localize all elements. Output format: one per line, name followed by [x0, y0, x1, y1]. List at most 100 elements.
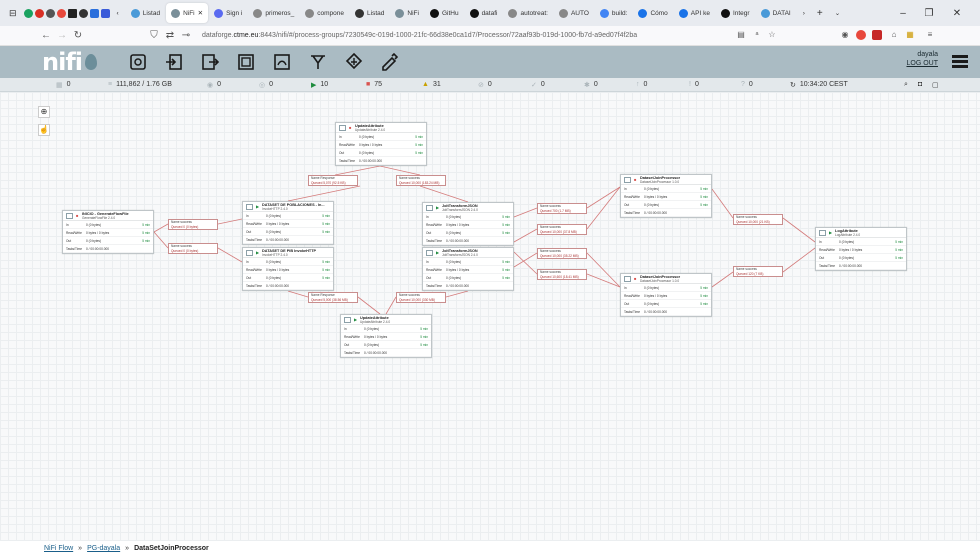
browser-tab[interactable]: API ke — [674, 3, 715, 23]
tab-overflow-icon[interactable]: ⌄ — [830, 3, 845, 23]
breadcrumb-group[interactable]: PG-dayala — [87, 545, 120, 552]
app-menu-icon[interactable]: ≡ — [925, 30, 935, 40]
connection-label[interactable]: Name success Queued 10,000 (21 KB) — [733, 214, 783, 225]
stat-window: 5 min — [502, 222, 510, 227]
processor-p9[interactable]: ■ DatasetJoinProcessor DatasetJoinProcesso… — [620, 273, 712, 317]
pinned-tab-icon[interactable] — [100, 8, 110, 18]
logout-link[interactable]: LOG OUT — [906, 60, 938, 67]
connection-label[interactable]: Name success Queued 700 (1.7 MB) — [537, 203, 587, 214]
breadcrumb-root[interactable]: NiFi Flow — [44, 545, 73, 552]
extension-icon[interactable] — [856, 30, 866, 40]
browser-tab[interactable]: datafi — [465, 3, 503, 23]
pinned-tab-icon[interactable] — [89, 8, 99, 18]
translate-icon[interactable]: ᵃ — [752, 30, 762, 40]
pinned-tab-icon[interactable] — [23, 8, 33, 18]
extension-icon[interactable] — [872, 30, 882, 40]
browser-tab[interactable]: build: — [595, 3, 633, 23]
help-icon[interactable]: ▢ — [932, 81, 939, 89]
bulletin-icon[interactable]: ◘ — [918, 81, 922, 88]
globe-icon[interactable] — [78, 8, 88, 18]
new-tab-button[interactable]: + — [812, 3, 828, 23]
label-tool-icon[interactable] — [379, 51, 401, 73]
processor-p1[interactable]: ■ UpdateAttribute UpdateAttribute 2.4.0 In 0… — [335, 122, 427, 166]
browser-tab[interactable]: Cómo — [633, 3, 672, 23]
minimize-icon[interactable]: – — [890, 0, 916, 26]
gmail-icon[interactable] — [34, 8, 44, 18]
tab-favicon-icon — [253, 8, 263, 18]
tab-list-icon[interactable]: ⊟ — [4, 3, 22, 23]
search-icon[interactable]: ⌕ — [904, 81, 908, 89]
refresh-icon: ↻ — [790, 81, 796, 89]
browser-tab[interactable]: AUTO — [554, 3, 594, 23]
account-icon[interactable]: ◉ — [840, 30, 850, 40]
processor-p6[interactable]: ▶ JoltTransformJSON JoltTransformJSON 2.4.… — [422, 247, 514, 291]
funnel-tool-icon[interactable] — [307, 51, 329, 73]
processor-p8[interactable]: ■ DatasetJoinProcessor DatasetJoinProcesso… — [620, 174, 712, 218]
permissions-icon[interactable]: ⇄ — [162, 30, 178, 41]
forward-icon[interactable]: → — [54, 30, 70, 41]
maximize-icon[interactable]: ❐ — [916, 0, 942, 26]
browser-tab[interactable]: Listad — [126, 3, 165, 23]
connection-label[interactable]: Name success Queued 0 (0 bytes) — [168, 219, 218, 230]
connection-label[interactable]: Name success Queued 10,000 (37.8 MB) — [537, 224, 587, 235]
connection-label[interactable]: Name success Queued 10,000 (35.22 MB) — [537, 248, 587, 259]
connection-label[interactable]: Name Response Queued 5,070 (92.5 KB) — [308, 175, 358, 186]
processor-p3[interactable]: ▶ DATASET DE POBLACIONES - In... InvokeHTT… — [242, 201, 334, 245]
tab-scroll-left-icon[interactable]: ‹ — [112, 3, 124, 23]
url-field[interactable]: dataforge.ctme.eu:8443/nifi/#/process-gr… — [202, 32, 637, 39]
stat-label: Out — [344, 342, 350, 347]
processor-p10[interactable]: ▶ LogAttribute LogAttribute 2.4.0 In 0 (0 by… — [815, 227, 907, 271]
connection-label[interactable]: Name success Queued 0 (0 bytes) — [168, 243, 218, 254]
pinned-tab-icon[interactable] — [45, 8, 55, 18]
back-icon[interactable]: ← — [38, 30, 54, 41]
browser-tab[interactable]: DATAI — [756, 3, 796, 23]
flow-canvas[interactable]: ⊕ ☝ ■ UpdateAttribute UpdateAttribute 2.4.… — [0, 92, 980, 541]
connection-label[interactable]: Name success Queued 120 (7 KB) — [733, 266, 783, 277]
browser-tab[interactable]: Integr — [716, 3, 755, 23]
processor-type-icon — [426, 250, 433, 256]
connection-label[interactable]: Name Response Queued 5,000 (38.56 MB) — [308, 292, 358, 303]
pinned-tab-icon[interactable] — [56, 8, 66, 18]
browser-tab[interactable]: NiFi — [390, 3, 424, 23]
connection-icon[interactable]: ⊸ — [178, 30, 194, 41]
tab-scroll-right-icon[interactable]: › — [798, 3, 810, 23]
close-icon[interactable]: ✕ — [944, 0, 970, 26]
status-refresh[interactable]: ↻ 10:34:20 CEST — [790, 81, 848, 89]
close-tab-icon[interactable]: ✕ — [198, 9, 203, 17]
browser-tab[interactable]: autotreat: — [503, 3, 552, 23]
stat-window: 5 min — [415, 142, 423, 147]
processor-stat-row: Read/Write 0 bytes / 0 bytes 5 min — [243, 266, 333, 274]
browser-tab[interactable]: Sign i — [209, 3, 247, 23]
browser-tab[interactable]: primeros_ — [248, 3, 299, 23]
global-menu-icon[interactable] — [952, 55, 968, 69]
processor-p7[interactable]: ▶ UpdateAttribute UpdateAttribute 2.4.0 In 0… — [340, 314, 432, 358]
stopped-icon: ■ — [349, 125, 352, 130]
bookmark-star-icon[interactable]: ☆ — [767, 30, 777, 40]
browser-tab[interactable]: compone — [300, 3, 349, 23]
processor-p4[interactable]: ▶ DATASET DE PIB InvokeHTTP InvokeHTTP 2.4… — [242, 247, 334, 291]
browser-tab[interactable]: GitHu — [425, 3, 464, 23]
connection-label[interactable]: Name success Queued 10,000 (330 MB) — [396, 292, 446, 303]
process-group-tool-icon[interactable] — [235, 51, 257, 73]
reload-icon[interactable]: ↻ — [70, 30, 86, 41]
processor-header: ▶ DATASET DE POBLACIONES - In... InvokeHTT… — [243, 202, 333, 212]
input-port-tool-icon[interactable] — [163, 51, 185, 73]
extensions-puzzle-icon[interactable]: ⌂ — [889, 30, 899, 40]
connection-label[interactable]: Name success Queued 10,600 (18.41 MB) — [537, 269, 587, 280]
connection-line — [445, 290, 469, 298]
processor-stat-row: Tasks/Time 0 / 00:00:00.000 — [243, 282, 333, 290]
connection-label[interactable]: Name success Queued 10,000 (183.24 MB) — [396, 175, 446, 186]
remote-process-group-tool-icon[interactable] — [271, 51, 293, 73]
browser-tab[interactable]: Listad — [350, 3, 389, 23]
pinned-tab-icon[interactable] — [67, 8, 77, 18]
processor-tool-icon[interactable] — [127, 51, 149, 73]
browser-tab[interactable]: NiFi ✕ — [166, 3, 209, 23]
processor-p5[interactable]: ▶ JoltTransformJSON JoltTransformJSON 2.4.… — [422, 202, 514, 246]
extension-icon[interactable]: ▦ — [905, 30, 915, 40]
output-port-tool-icon[interactable] — [199, 51, 221, 73]
processor-type-icon — [246, 204, 253, 210]
processor-stat-row: Read/Write 0 bytes / 0 bytes 5 min — [341, 333, 431, 341]
template-tool-icon[interactable] — [343, 51, 365, 73]
reader-view-icon[interactable]: ▤ — [736, 30, 746, 40]
processor-p2[interactable]: ■ INICIO - GenerateFlowFile GenerateFlowFi… — [62, 210, 154, 254]
